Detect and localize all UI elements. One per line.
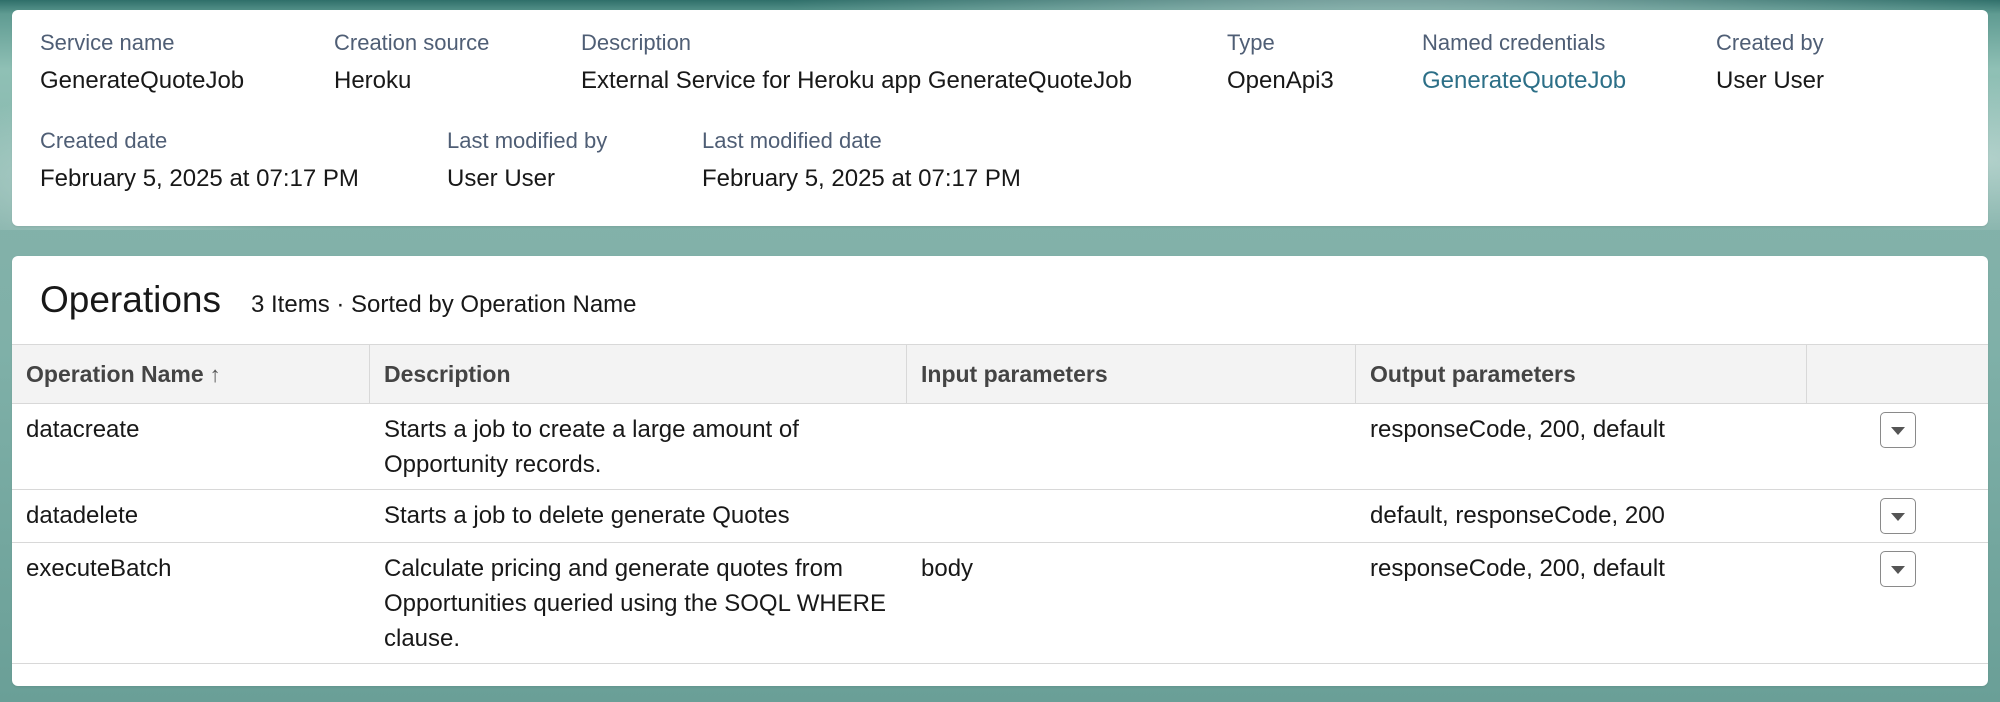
cell-operation-name: datacreate (26, 416, 140, 443)
column-header-label: Description (384, 361, 511, 387)
table-row: datadelete Starts a job to delete genera… (12, 490, 1988, 543)
cell-output-parameters: default, responseCode, 200 (1370, 502, 1665, 529)
chevron-down-icon (1891, 513, 1905, 521)
cell-output-parameters: responseCode, 200, default (1370, 416, 1665, 443)
field-description: Description External Service for Heroku … (581, 30, 1132, 96)
column-header-description[interactable]: Description (370, 345, 907, 403)
field-named-credentials: Named credentials GenerateQuoteJob (1422, 30, 1626, 96)
field-label: Creation source (334, 30, 490, 55)
column-header-input-parameters[interactable]: Input parameters (907, 345, 1356, 403)
operations-table: Operation Name ↑ Description Input parame… (12, 344, 1988, 664)
named-credentials-link[interactable]: GenerateQuoteJob (1422, 66, 1626, 96)
row-actions-button[interactable] (1880, 412, 1916, 448)
cell-description: Starts a job to create a large amount of… (384, 416, 799, 478)
table-header-row: Operation Name ↑ Description Input parame… (12, 344, 1988, 404)
cell-input-parameters: body (921, 555, 974, 582)
cell-operation-name: executeBatch (26, 555, 172, 582)
field-service-name: Service name GenerateQuoteJob (40, 30, 244, 96)
field-value: February 5, 2025 at 07:17 PM (702, 165, 1021, 192)
cell-description: Calculate pricing and generate quotes fr… (384, 555, 887, 652)
field-value: Heroku (334, 67, 412, 94)
field-label: Last modified by (447, 128, 608, 153)
cell-input-parameters (907, 404, 1356, 489)
cell-output-parameters: responseCode, 200, default (1370, 555, 1665, 582)
row-actions-button[interactable] (1880, 498, 1916, 534)
field-value: User User (447, 165, 556, 192)
arrow-up-icon: ↑ (209, 362, 221, 387)
field-label: Created by (1716, 30, 1824, 55)
field-value: February 5, 2025 at 07:17 PM (40, 165, 359, 192)
chevron-down-icon (1891, 427, 1905, 435)
operations-card: Operations 3 Items · Sorted by Operation… (12, 256, 1988, 686)
field-label: Type (1227, 30, 1275, 55)
field-value: External Service for Heroku app Generate… (581, 67, 1132, 94)
field-type: Type OpenApi3 (1227, 30, 1334, 96)
field-value: User User (1716, 67, 1825, 94)
table-row: datacreate Starts a job to create a larg… (12, 404, 1988, 490)
field-label: Named credentials (1422, 30, 1606, 55)
operations-item-count: 3 Items · Sorted by Operation Name (251, 291, 637, 318)
field-label: Description (581, 30, 692, 55)
column-header-label: Output parameters (1370, 361, 1576, 387)
table-row: executeBatch Calculate pricing and gener… (12, 543, 1988, 664)
column-header-actions (1807, 345, 1988, 403)
column-header-output-parameters[interactable]: Output parameters (1356, 345, 1807, 403)
column-header-label: Input parameters (921, 361, 1108, 387)
cell-description: Starts a job to delete generate Quotes (384, 502, 790, 529)
field-last-modified-date: Last modified date February 5, 2025 at 0… (702, 128, 1021, 194)
operations-title: Operations (40, 279, 221, 320)
service-details-card: Service name GenerateQuoteJob Creation s… (12, 10, 1988, 226)
column-header-label: Operation Name (26, 361, 204, 387)
field-label: Last modified date (702, 128, 882, 153)
field-label: Created date (40, 128, 168, 153)
field-value: GenerateQuoteJob (40, 67, 245, 94)
field-created-by: Created by User User (1716, 30, 1824, 96)
field-last-modified-by: Last modified by User User (447, 128, 607, 194)
column-header-operation-name[interactable]: Operation Name ↑ (12, 345, 370, 403)
row-actions-button[interactable] (1880, 551, 1916, 587)
operations-header: Operations 3 Items · Sorted by Operation… (40, 278, 637, 327)
field-creation-source: Creation source Heroku (334, 30, 489, 96)
field-label: Service name (40, 30, 175, 55)
field-created-date: Created date February 5, 2025 at 07:17 P… (40, 128, 359, 194)
cell-actions (1807, 543, 1988, 663)
cell-input-parameters (907, 490, 1356, 542)
cell-operation-name: datadelete (26, 502, 139, 529)
cell-actions (1807, 490, 1988, 542)
field-value: OpenApi3 (1227, 67, 1334, 94)
chevron-down-icon (1891, 566, 1905, 574)
cell-actions (1807, 404, 1988, 489)
